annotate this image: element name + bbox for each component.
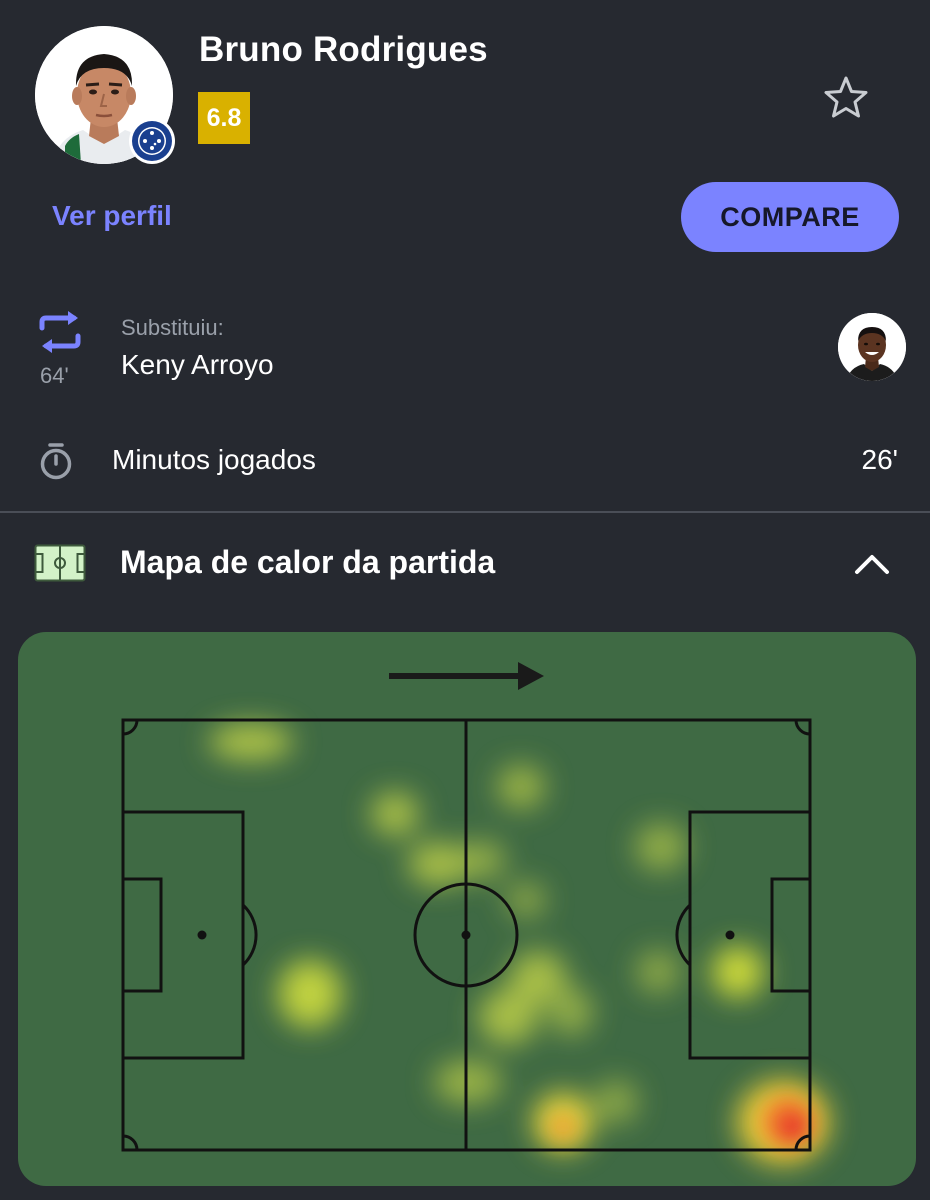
section-divider [0,511,930,513]
substituted-player-name[interactable]: Keny Arroyo [121,349,274,381]
pitch-spots [197,930,735,940]
rating-badge: 6.8 [198,92,250,144]
star-icon[interactable] [822,74,870,122]
minutes-played-row: Minutos jogados 26' [0,430,930,490]
substituted-player-avatar[interactable] [838,313,906,381]
view-profile-link[interactable]: Ver perfil [52,200,172,232]
pitch-icon [34,544,86,582]
player-name: Bruno Rodrigues [199,30,488,69]
stopwatch-icon [38,442,74,480]
substitution-label: Substituiu: [121,315,224,340]
heat-spots [209,724,829,1164]
cruzeiro-badge-icon [129,118,175,164]
attack-direction-arrow [389,662,544,690]
heatmap-pitch [18,632,916,1186]
player-avatar [35,26,175,164]
compare-button[interactable]: COMPARE [681,182,899,252]
heatmap-title: Mapa de calor da partida [120,544,496,580]
minutes-played-value: 26' [861,444,899,475]
heatmap-canvas [121,662,829,1164]
substitution-arrows-icon [36,310,84,354]
player-header: Bruno Rodrigues 6.8 Ver perfil COMPARE [0,0,930,280]
heatmap-section-header[interactable]: Mapa de calor da partida [0,530,930,600]
substitution-minute: 64' [40,363,69,388]
chevron-up-icon[interactable] [852,548,892,578]
minutes-played-label: Minutos jogados [112,444,316,475]
substitution-row: 64' Substituiu: Keny Arroyo [0,300,930,400]
